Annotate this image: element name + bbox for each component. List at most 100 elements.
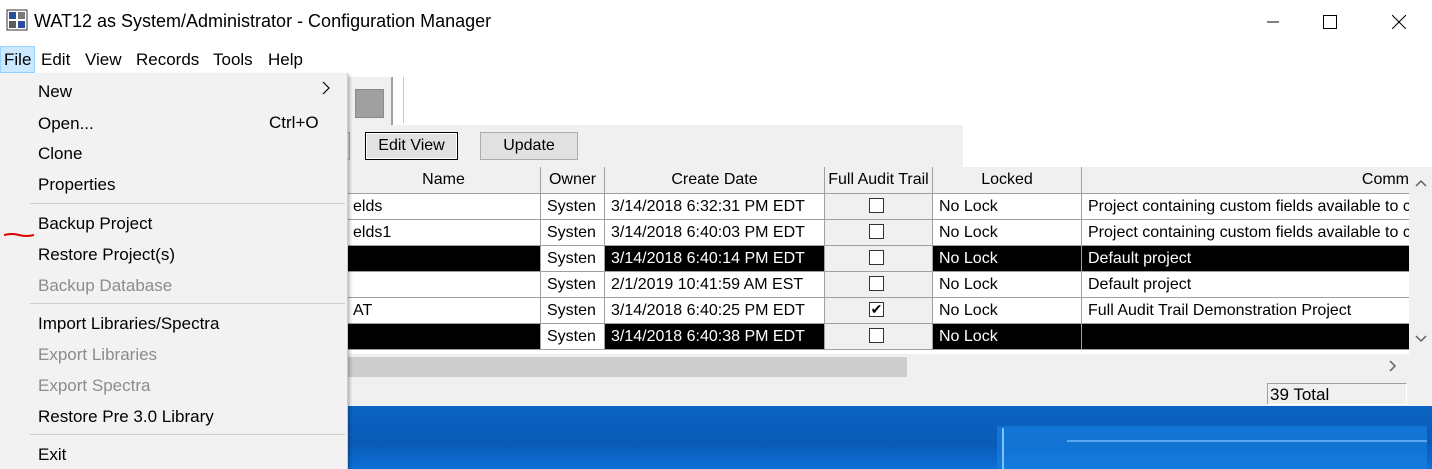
cell-name[interactable]	[347, 246, 541, 272]
cell-create-date[interactable]: 3/14/2018 6:40:03 PM EDT	[605, 220, 825, 246]
table-row[interactable]: Systen 3/14/2018 6:40:38 PM EDT No Lock	[347, 324, 1409, 350]
stop-icon	[355, 89, 384, 118]
submenu-arrow-icon	[322, 79, 330, 100]
menu-tools[interactable]: Tools	[210, 46, 256, 73]
maximize-icon	[1323, 15, 1337, 29]
menu-item-export-libraries: Export Libraries	[38, 345, 158, 364]
menu-item-exit[interactable]: Exit	[38, 443, 66, 467]
toolbar	[347, 73, 1432, 126]
file-menu-dropdown: New Open... Ctrl+O Clone Properties Back…	[0, 73, 348, 469]
audit-checkbox[interactable]	[869, 224, 884, 239]
table-row[interactable]: elds1 Systen 3/14/2018 6:40:03 PM EDT No Lo…	[347, 220, 1409, 246]
menu-edit[interactable]: Edit	[38, 46, 73, 73]
minimize-button[interactable]	[1244, 0, 1302, 44]
column-header-comments[interactable]: Comm	[1082, 167, 1409, 194]
cell-create-date[interactable]: 3/14/2018 6:40:38 PM EDT	[605, 324, 825, 350]
menu-item-import-libraries[interactable]: Import Libraries/Spectra	[38, 312, 219, 336]
cell-name[interactable]	[347, 324, 541, 350]
horizontal-scrollbar[interactable]	[347, 354, 1409, 380]
cell-owner[interactable]: Systen	[541, 324, 605, 350]
menu-item-restore-pre30[interactable]: Restore Pre 3.0 Library	[38, 405, 214, 429]
table-row[interactable]: AT Systen 3/14/2018 6:40:25 PM EDT ✔ No Lock…	[347, 298, 1409, 324]
menu-bar: File Edit View Records Tools Help	[0, 46, 1432, 73]
main-panel: Edit View Update Name Owner Create Date …	[347, 73, 1432, 469]
menu-file[interactable]: File	[0, 46, 36, 73]
audit-checkbox[interactable]: ✔	[869, 302, 884, 317]
horizontal-scroll-thumb[interactable]	[347, 357, 907, 377]
edit-view-button[interactable]: Edit View	[365, 132, 458, 160]
maximize-button[interactable]	[1301, 0, 1359, 44]
cell-owner[interactable]: Systen	[541, 298, 605, 324]
desktop-background	[347, 406, 1432, 469]
toolbar-separator	[403, 77, 404, 123]
menu-item-backup-project[interactable]: Backup Project	[38, 212, 152, 236]
menu-item-open[interactable]: Open...	[38, 112, 94, 136]
cell-full-audit-trail	[825, 194, 933, 220]
menu-item-new[interactable]: New	[38, 80, 72, 104]
column-header-create-date[interactable]: Create Date	[605, 167, 825, 194]
cell-comments[interactable]: Project containing custom fields availab…	[1082, 220, 1409, 246]
cell-comments[interactable]: Default project	[1082, 272, 1409, 298]
cell-locked[interactable]: No Lock	[933, 246, 1082, 272]
menu-view[interactable]: View	[82, 46, 125, 73]
open-shortcut: Ctrl+O	[269, 113, 319, 132]
cell-locked[interactable]: No Lock	[933, 298, 1082, 324]
cell-comments[interactable]: Full Audit Trail Demonstration Project	[1082, 298, 1409, 324]
column-header-name[interactable]: Name	[347, 167, 541, 194]
minimize-icon	[1267, 21, 1279, 23]
close-button[interactable]	[1370, 0, 1428, 44]
total-count: 39 Total	[1267, 383, 1407, 405]
cell-name[interactable]: elds1	[347, 220, 541, 246]
menu-separator	[30, 203, 345, 204]
table-row[interactable]: Systen 2/1/2019 10:41:59 AM EST No Lock Def…	[347, 272, 1409, 298]
menu-item-restore-projects[interactable]: Restore Project(s)	[38, 243, 175, 267]
scroll-corner	[1409, 354, 1432, 380]
column-header-full-audit-trail[interactable]: Full Audit Trail	[825, 167, 933, 194]
cell-owner[interactable]: Systen	[541, 194, 605, 220]
scroll-up-icon[interactable]	[1409, 173, 1432, 193]
cell-full-audit-trail	[825, 220, 933, 246]
menu-help[interactable]: Help	[265, 46, 306, 73]
title-bar: WAT12 as System/Administrator - Configur…	[0, 0, 1432, 44]
cell-comments[interactable]: Default project	[1082, 246, 1409, 272]
update-button[interactable]: Update	[480, 132, 578, 160]
cell-locked[interactable]: No Lock	[933, 220, 1082, 246]
cell-create-date[interactable]: 3/14/2018 6:40:14 PM EDT	[605, 246, 825, 272]
cell-name[interactable]	[347, 272, 541, 298]
table-row[interactable]: Systen 3/14/2018 6:40:14 PM EDT No Lock Def…	[347, 246, 1409, 272]
cell-locked[interactable]: No Lock	[933, 194, 1082, 220]
cell-create-date[interactable]: 3/14/2018 6:40:25 PM EDT	[605, 298, 825, 324]
cell-comments[interactable]	[1082, 324, 1409, 350]
column-header-owner[interactable]: Owner	[541, 167, 605, 194]
menu-separator	[30, 303, 345, 304]
menu-item-clone[interactable]: Clone	[38, 142, 82, 166]
scroll-down-icon[interactable]	[1409, 329, 1432, 349]
cell-name[interactable]: AT	[347, 298, 541, 324]
button-row-blank	[963, 125, 1432, 167]
cell-owner[interactable]: Systen	[541, 272, 605, 298]
window-title: WAT12 as System/Administrator - Configur…	[34, 11, 492, 31]
cell-create-date[interactable]: 3/14/2018 6:32:31 PM EDT	[605, 194, 825, 220]
cell-locked[interactable]: No Lock	[933, 272, 1082, 298]
cell-create-date[interactable]: 2/1/2019 10:41:59 AM EST	[605, 272, 825, 298]
stop-tool-button[interactable]	[347, 77, 393, 126]
vertical-scrollbar[interactable]	[1409, 167, 1432, 354]
cell-locked[interactable]: No Lock	[933, 324, 1082, 350]
audit-checkbox[interactable]	[869, 198, 884, 213]
menu-separator	[30, 434, 345, 435]
audit-checkbox[interactable]	[869, 276, 884, 291]
cell-owner[interactable]: Systen	[541, 246, 605, 272]
column-header-locked[interactable]: Locked	[933, 167, 1082, 194]
menu-records[interactable]: Records	[133, 46, 202, 73]
table-row[interactable]: elds Systen 3/14/2018 6:32:31 PM EDT No Loc…	[347, 194, 1409, 220]
button-row: Edit View Update	[347, 125, 964, 167]
scroll-right-icon[interactable]	[1383, 357, 1403, 377]
cell-comments[interactable]: Project containing custom fields availab…	[1082, 194, 1409, 220]
cell-full-audit-trail	[825, 246, 933, 272]
cell-name[interactable]: elds	[347, 194, 541, 220]
cell-full-audit-trail	[825, 324, 933, 350]
cell-owner[interactable]: Systen	[541, 220, 605, 246]
menu-item-properties[interactable]: Properties	[38, 173, 115, 197]
audit-checkbox[interactable]	[869, 250, 884, 265]
audit-checkbox[interactable]	[869, 328, 884, 343]
